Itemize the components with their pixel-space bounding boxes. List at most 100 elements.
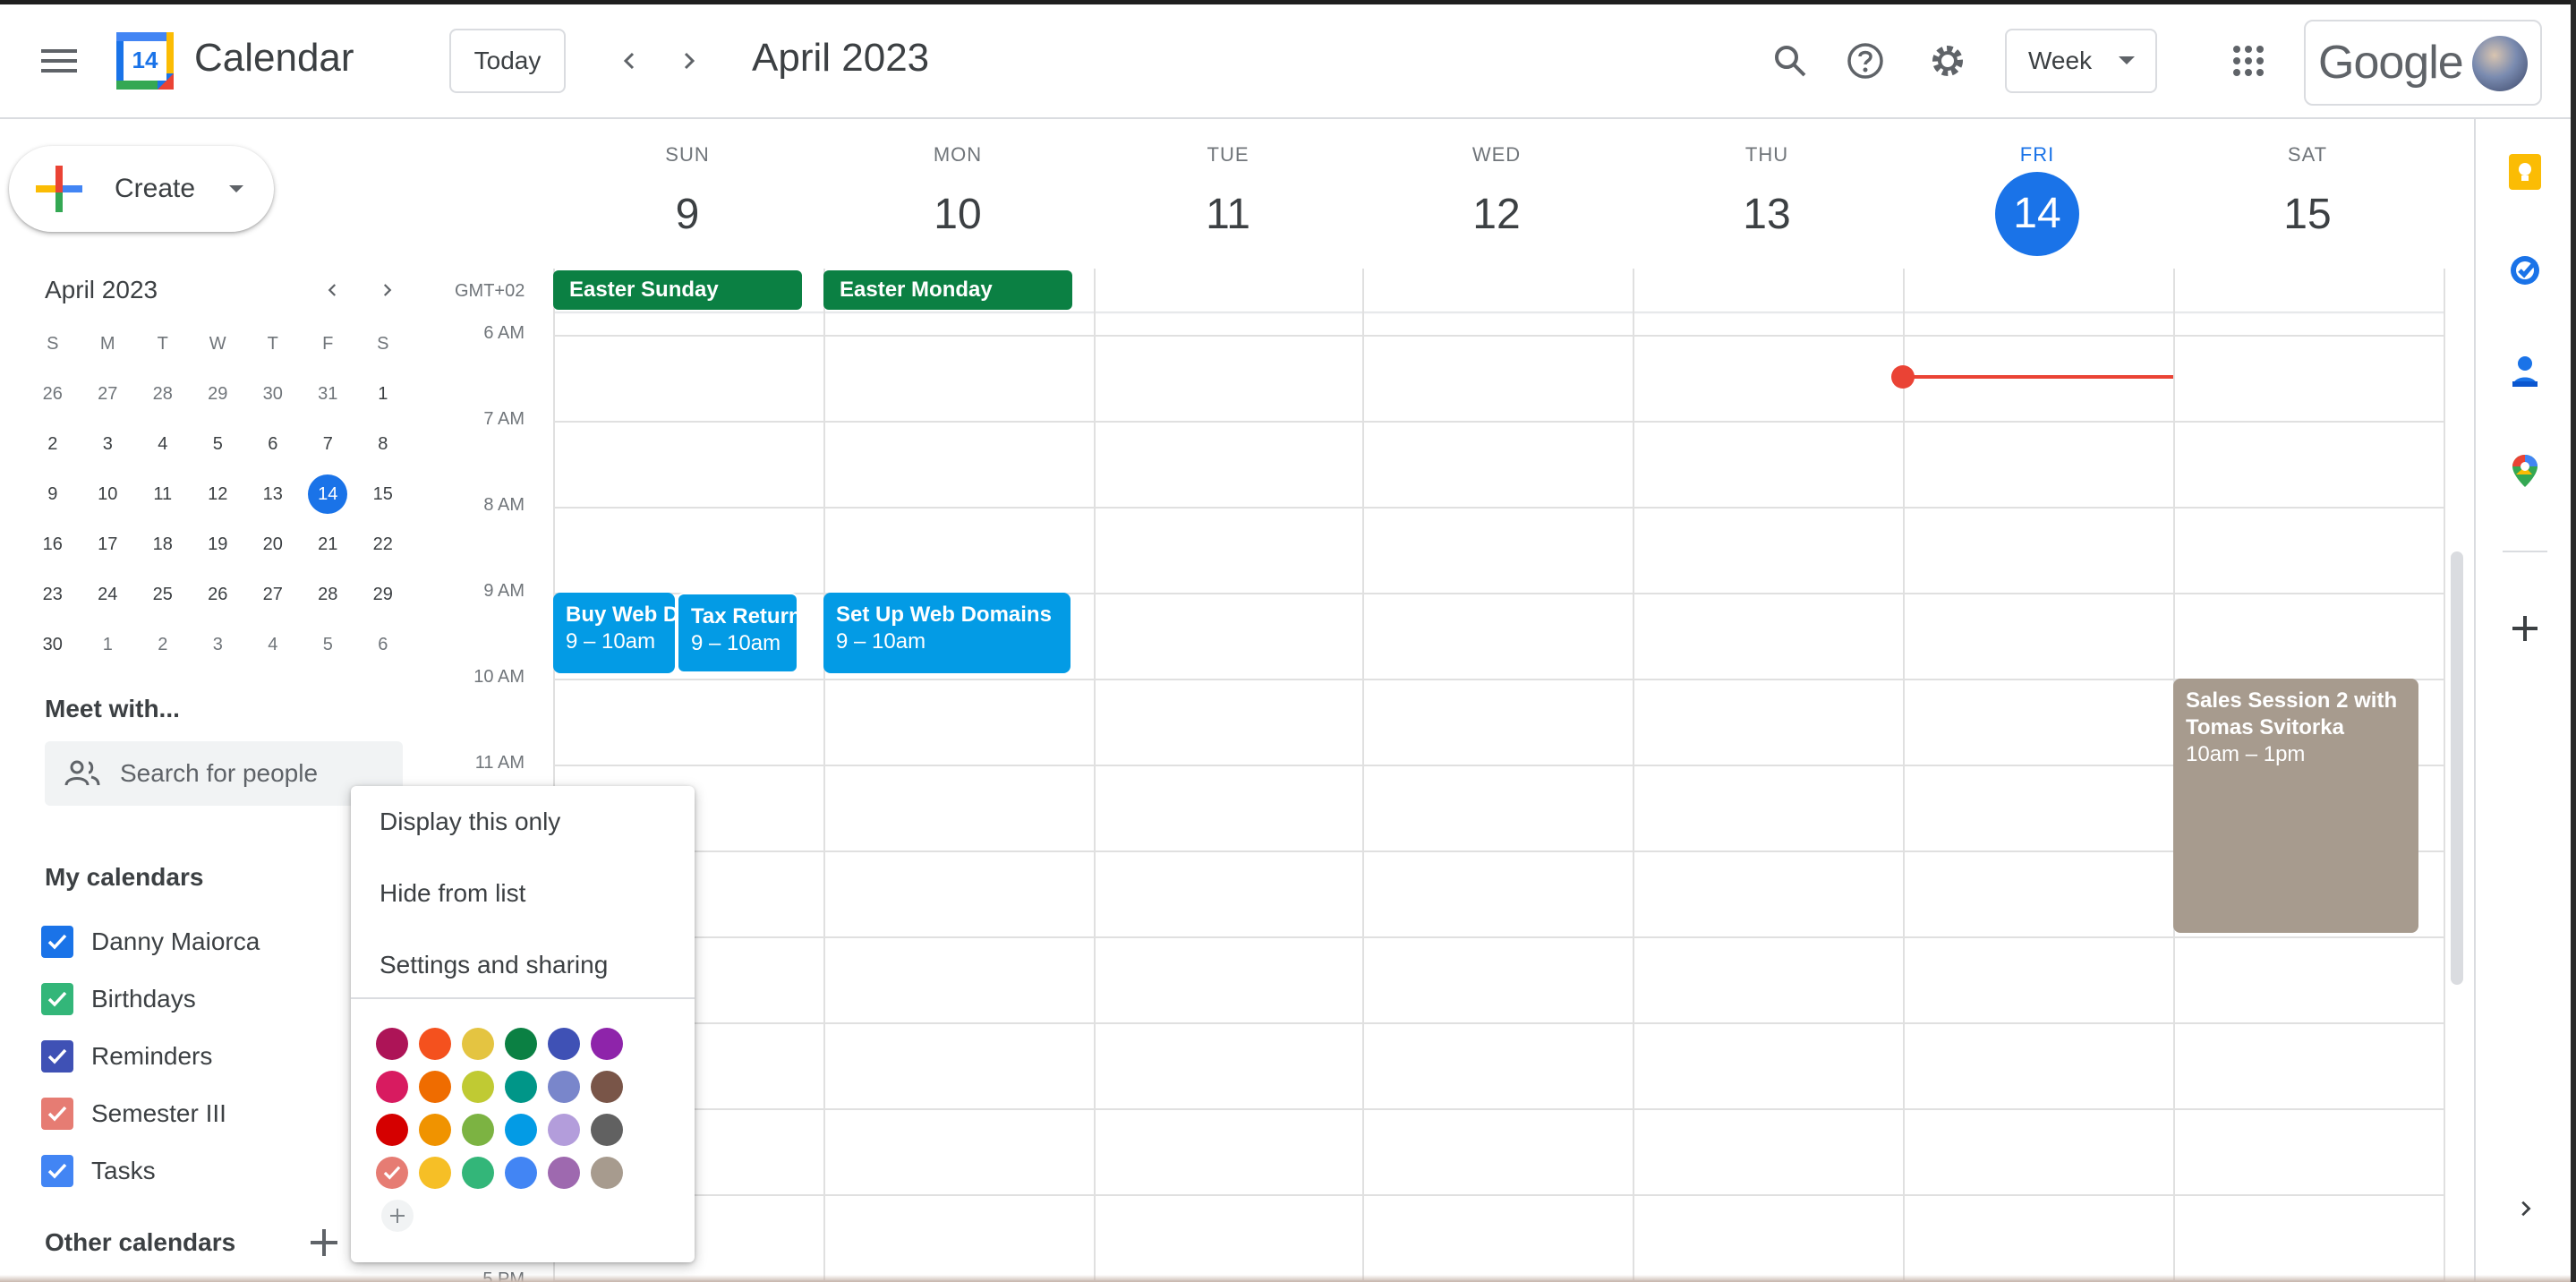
- mini-calendar-day[interactable]: 3: [81, 419, 136, 469]
- menu-hide-from-list[interactable]: Hide from list: [351, 858, 695, 929]
- contacts-button[interactable]: [2506, 352, 2544, 389]
- mini-calendar-day[interactable]: 20: [245, 519, 301, 569]
- mini-calendar-day[interactable]: 1: [81, 620, 136, 670]
- maps-button[interactable]: [2506, 452, 2544, 490]
- mini-calendar-day[interactable]: 30: [245, 369, 301, 419]
- calendar-checkbox[interactable]: [41, 1040, 73, 1073]
- color-swatch[interactable]: [548, 1157, 580, 1189]
- next-week-button[interactable]: [667, 39, 710, 82]
- color-swatch-selected[interactable]: [376, 1157, 408, 1189]
- help-button[interactable]: [1840, 36, 1890, 86]
- mini-calendar-day[interactable]: 16: [25, 519, 81, 569]
- color-swatch[interactable]: [462, 1157, 494, 1189]
- search-people-field[interactable]: Search for people: [45, 741, 403, 806]
- mini-calendar-day[interactable]: 26: [25, 369, 81, 419]
- mini-calendar-day[interactable]: 26: [191, 569, 246, 620]
- mini-calendar-day[interactable]: 12: [191, 469, 246, 519]
- event-set-up-web-domains[interactable]: Set Up Web Domains 9 – 10am: [823, 593, 1070, 673]
- day-number[interactable]: 11: [1093, 179, 1363, 251]
- other-calendars-title[interactable]: Other calendars: [45, 1228, 235, 1257]
- today-button[interactable]: Today: [449, 29, 566, 93]
- mini-calendar-day[interactable]: 13: [245, 469, 301, 519]
- mini-calendar-day[interactable]: 25: [135, 569, 191, 620]
- mini-calendar-day[interactable]: 19: [191, 519, 246, 569]
- mini-calendar-day[interactable]: 29: [355, 569, 411, 620]
- calendar-item[interactable]: Danny Maiorca: [41, 913, 345, 970]
- mini-calendar-day[interactable]: 28: [135, 369, 191, 419]
- color-swatch[interactable]: [376, 1071, 408, 1103]
- calendar-item[interactable]: Tasks: [41, 1142, 345, 1200]
- menu-display-this-only[interactable]: Display this only: [351, 786, 695, 858]
- color-swatch[interactable]: [419, 1157, 451, 1189]
- mini-calendar-day[interactable]: 23: [25, 569, 81, 620]
- color-swatch[interactable]: [462, 1114, 494, 1146]
- mini-calendar-day[interactable]: 15: [355, 469, 411, 519]
- get-add-ons-button[interactable]: [2506, 610, 2544, 647]
- day-number[interactable]: 9: [552, 179, 823, 251]
- settings-button[interactable]: [1923, 36, 1973, 86]
- view-selector[interactable]: Week: [2005, 29, 2157, 93]
- google-apps-button[interactable]: [2223, 36, 2273, 86]
- calendar-item[interactable]: Birthdays: [41, 970, 345, 1028]
- keep-button[interactable]: [2506, 153, 2544, 191]
- calendar-item[interactable]: Reminders: [41, 1028, 345, 1085]
- add-custom-color-button[interactable]: [381, 1200, 414, 1232]
- previous-week-button[interactable]: [609, 39, 652, 82]
- color-swatch[interactable]: [591, 1028, 623, 1060]
- mini-calendar-day[interactable]: 28: [301, 569, 356, 620]
- color-swatch[interactable]: [505, 1028, 537, 1060]
- day-number[interactable]: 14: [1995, 172, 2079, 256]
- color-swatch[interactable]: [591, 1071, 623, 1103]
- day-number[interactable]: 13: [1632, 179, 1902, 251]
- event-buy-web-domains[interactable]: Buy Web Do 9 – 10am: [553, 593, 675, 673]
- mini-calendar-next-button[interactable]: [369, 272, 405, 308]
- color-swatch[interactable]: [505, 1071, 537, 1103]
- calendar-item[interactable]: Semester III: [41, 1085, 345, 1142]
- mini-calendar-day[interactable]: 30: [25, 620, 81, 670]
- color-swatch[interactable]: [548, 1028, 580, 1060]
- mini-calendar-day[interactable]: 29: [191, 369, 246, 419]
- mini-calendar-day[interactable]: 4: [135, 419, 191, 469]
- mini-calendar-prev-button[interactable]: [315, 272, 351, 308]
- week-scrollbar[interactable]: [2451, 551, 2463, 985]
- add-other-calendar-button[interactable]: [304, 1223, 344, 1262]
- calendar-checkbox[interactable]: [41, 926, 73, 958]
- color-swatch[interactable]: [376, 1114, 408, 1146]
- color-swatch[interactable]: [505, 1114, 537, 1146]
- day-number[interactable]: 12: [1361, 179, 1632, 251]
- mini-calendar-day[interactable]: 2: [25, 419, 81, 469]
- color-swatch[interactable]: [591, 1157, 623, 1189]
- color-swatch[interactable]: [462, 1028, 494, 1060]
- mini-calendar-day[interactable]: 22: [355, 519, 411, 569]
- mini-calendar-day[interactable]: 7: [301, 419, 356, 469]
- color-swatch[interactable]: [548, 1071, 580, 1103]
- color-swatch[interactable]: [505, 1157, 537, 1189]
- all-day-event[interactable]: Easter Sunday: [553, 270, 802, 310]
- create-button[interactable]: Create: [9, 146, 274, 232]
- mini-calendar-day-today[interactable]: 14: [301, 469, 356, 519]
- calendar-checkbox[interactable]: [41, 1155, 73, 1187]
- main-menu-button[interactable]: [32, 39, 86, 82]
- color-swatch[interactable]: [376, 1028, 408, 1060]
- expand-side-panel-button[interactable]: [2506, 1190, 2544, 1227]
- mini-calendar-day[interactable]: 27: [81, 369, 136, 419]
- color-swatch[interactable]: [591, 1114, 623, 1146]
- all-day-event[interactable]: Easter Monday: [823, 270, 1072, 310]
- mini-calendar-day[interactable]: 31: [301, 369, 356, 419]
- mini-calendar-day[interactable]: 9: [25, 469, 81, 519]
- mini-calendar-day[interactable]: 8: [355, 419, 411, 469]
- mini-calendar-day[interactable]: 5: [191, 419, 246, 469]
- color-swatch[interactable]: [419, 1071, 451, 1103]
- mini-calendar-day[interactable]: 18: [135, 519, 191, 569]
- event-sales-session[interactable]: Sales Session 2 with Tomas Svitorka 10am…: [2173, 679, 2418, 933]
- account-switcher[interactable]: Google: [2304, 20, 2542, 106]
- event-tax-return[interactable]: Tax Return 9 – 10am: [677, 593, 798, 673]
- mini-calendar-day[interactable]: 2: [135, 620, 191, 670]
- day-number[interactable]: 10: [823, 179, 1093, 251]
- color-swatch[interactable]: [462, 1071, 494, 1103]
- mini-calendar-day[interactable]: 4: [245, 620, 301, 670]
- mini-calendar-day[interactable]: 21: [301, 519, 356, 569]
- color-swatch[interactable]: [419, 1114, 451, 1146]
- mini-calendar-day[interactable]: 10: [81, 469, 136, 519]
- mini-calendar-day[interactable]: 6: [355, 620, 411, 670]
